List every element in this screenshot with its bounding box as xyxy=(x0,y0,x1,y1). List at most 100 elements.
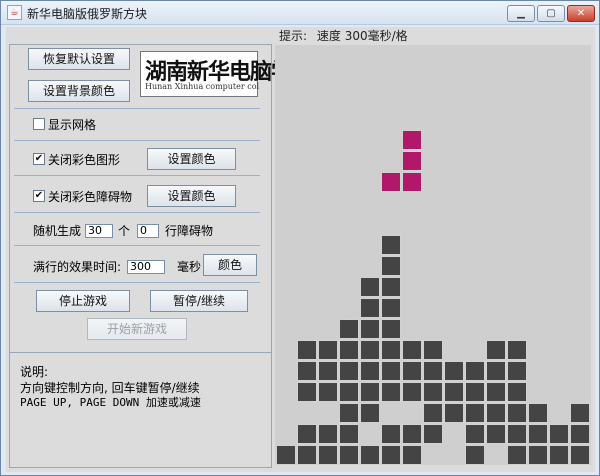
java-cup-icon: ☕ xyxy=(7,5,22,20)
obstacle-block xyxy=(507,424,527,444)
disable-shape-color-label: 关闭彩色图形 xyxy=(48,152,121,167)
falling-piece-block xyxy=(402,130,422,150)
obstacle-block xyxy=(381,298,401,318)
pause-resume-button[interactable]: 暂停/继续 xyxy=(150,290,248,312)
set-background-color-button[interactable]: 设置背景颜色 xyxy=(28,80,130,102)
obstacle-block xyxy=(486,340,506,360)
restore-default-button[interactable]: 恢复默认设置 xyxy=(28,48,130,70)
obstacle-block xyxy=(318,445,338,465)
obstacle-block xyxy=(465,382,485,402)
obstacle-block xyxy=(465,361,485,381)
obstacle-block xyxy=(507,340,527,360)
obstacle-block xyxy=(339,319,359,339)
app-window: ☕ 新华电脑版俄罗斯方块 ▁ ▢ ✕ 恢复默认设置 设置背景颜色 湖南新华电脑学… xyxy=(0,0,600,476)
disable-shape-color-checkbox[interactable]: ✔ xyxy=(33,153,45,165)
separator xyxy=(14,212,260,213)
obstacle-block xyxy=(507,403,527,423)
shape-color-checkbox-row[interactable]: ✔ 关闭彩色图形 xyxy=(33,151,120,167)
window-title: 新华电脑版俄罗斯方块 xyxy=(27,7,148,21)
random-obstacle-row: 随机生成 30 个 0 行障碍物 xyxy=(33,222,213,239)
obstacle-block xyxy=(402,424,422,444)
obstacle-block xyxy=(465,403,485,423)
obstacle-color-checkbox-row[interactable]: ✔ 关闭彩色障碍物 xyxy=(33,188,132,204)
obstacle-block xyxy=(297,424,317,444)
obstacle-block xyxy=(339,361,359,381)
random-count-input[interactable]: 30 xyxy=(85,223,114,238)
obstacle-block xyxy=(570,424,590,444)
obstacle-block xyxy=(381,277,401,297)
obstacle-block xyxy=(276,445,296,465)
minimize-button[interactable]: ▁ xyxy=(507,5,535,22)
logo-sub-text: Hunan Xinhua computer col xyxy=(145,82,260,91)
obstacle-block xyxy=(381,361,401,381)
obstacle-block xyxy=(297,382,317,402)
obstacle-block xyxy=(297,361,317,381)
obstacle-block xyxy=(360,403,380,423)
obstacle-block xyxy=(360,340,380,360)
obstacle-block xyxy=(423,382,443,402)
hint-bar: 提示: 速度 300毫秒/格 xyxy=(279,27,414,44)
separator xyxy=(14,108,260,109)
effect-color-button[interactable]: 颜色 xyxy=(203,254,257,276)
obstacle-block xyxy=(402,445,422,465)
effect-time-label: 满行的效果时间: xyxy=(33,260,122,274)
separator xyxy=(14,175,260,176)
separator xyxy=(14,245,260,246)
obstacle-block xyxy=(318,340,338,360)
stop-game-button[interactable]: 停止游戏 xyxy=(36,290,130,312)
obstacle-block xyxy=(570,445,590,465)
separator xyxy=(14,140,260,141)
obstacle-block xyxy=(402,382,422,402)
obstacle-block xyxy=(549,445,569,465)
show-grid-checkbox-row[interactable]: 显示网格 xyxy=(33,116,96,132)
obstacle-block xyxy=(381,235,401,255)
shape-set-color-button[interactable]: 设置颜色 xyxy=(147,148,236,170)
obstacle-block xyxy=(360,277,380,297)
obstacle-block xyxy=(339,445,359,465)
obstacle-block xyxy=(423,424,443,444)
obstacle-set-color-button[interactable]: 设置颜色 xyxy=(147,185,236,207)
obstacle-block xyxy=(360,298,380,318)
obstacle-block xyxy=(465,445,485,465)
obstacle-block xyxy=(381,424,401,444)
obstacle-block xyxy=(381,256,401,276)
maximize-button[interactable]: ▢ xyxy=(537,5,565,22)
obstacle-block xyxy=(423,403,443,423)
instructions-title: 说明: xyxy=(20,365,49,379)
obstacle-block xyxy=(339,424,359,444)
obstacle-block xyxy=(360,361,380,381)
instructions-line-2: PAGE UP, PAGE DOWN 加速或减速 xyxy=(20,396,201,409)
obstacle-block xyxy=(486,403,506,423)
falling-piece-block xyxy=(402,172,422,192)
obstacle-block xyxy=(360,319,380,339)
obstacle-block xyxy=(297,445,317,465)
effect-time-input[interactable]: 300 xyxy=(127,259,166,274)
effect-time-row: 满行的效果时间: 300 毫秒 xyxy=(33,258,201,275)
obstacle-block xyxy=(444,403,464,423)
disable-obstacle-color-label: 关闭彩色障碍物 xyxy=(48,189,133,204)
obstacle-block xyxy=(444,361,464,381)
obstacle-block xyxy=(339,382,359,402)
obstacle-block xyxy=(381,340,401,360)
random-prefix-label: 随机生成 xyxy=(33,224,82,238)
close-button[interactable]: ✕ xyxy=(567,5,595,22)
obstacle-block xyxy=(381,319,401,339)
obstacle-block xyxy=(381,445,401,465)
disable-obstacle-color-checkbox[interactable]: ✔ xyxy=(33,190,45,202)
obstacle-block xyxy=(297,340,317,360)
obstacle-block xyxy=(486,424,506,444)
new-game-button[interactable]: 开始新游戏 xyxy=(87,318,187,340)
obstacle-block xyxy=(360,382,380,402)
obstacle-block xyxy=(402,340,422,360)
obstacle-block xyxy=(528,445,548,465)
game-board[interactable] xyxy=(275,45,591,465)
show-grid-checkbox[interactable] xyxy=(33,118,45,130)
obstacle-block xyxy=(423,340,443,360)
obstacle-block xyxy=(381,382,401,402)
obstacle-block xyxy=(549,424,569,444)
random-rows-input[interactable]: 0 xyxy=(137,223,160,238)
instructions-panel xyxy=(9,352,272,468)
obstacle-block xyxy=(465,424,485,444)
obstacle-block xyxy=(507,445,527,465)
effect-time-unit: 毫秒 xyxy=(177,260,202,274)
